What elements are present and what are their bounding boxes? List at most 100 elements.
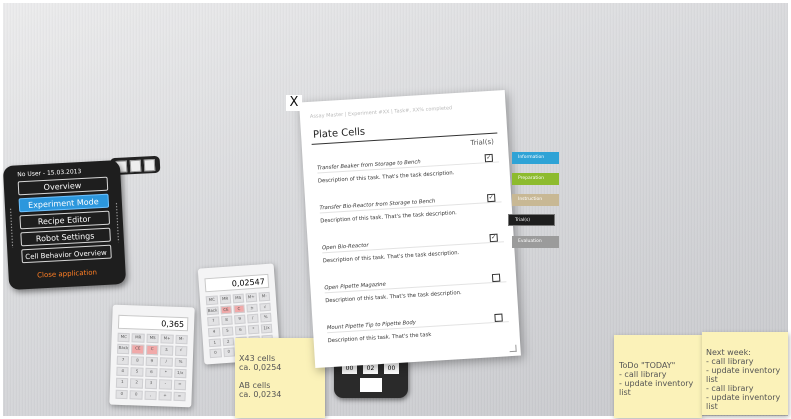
calculator-key[interactable]: M+ xyxy=(160,334,174,345)
calculator-key[interactable]: = xyxy=(173,391,186,402)
calculator-key[interactable]: 8 xyxy=(131,355,144,366)
menu-item-recipe-editor[interactable]: Recipe Editor xyxy=(18,210,110,230)
note-line: Next week: xyxy=(706,348,751,357)
calculator-key[interactable]: 7 xyxy=(116,355,130,366)
calculator-key[interactable]: 5 xyxy=(221,326,234,336)
sticky-note-next-week[interactable]: Next week: - call library - update inven… xyxy=(702,332,788,415)
note-line: ca. 0,0234 xyxy=(239,390,282,399)
task-checkbox[interactable] xyxy=(491,273,501,283)
calculator-key[interactable]: MC xyxy=(117,332,131,343)
calculator-key[interactable]: MS xyxy=(232,293,245,304)
calculator-display: 0,365 xyxy=(117,314,189,332)
drag-handle-right[interactable] xyxy=(114,202,120,243)
note-line: - call library xyxy=(706,357,754,366)
note-line: - update inventory list xyxy=(619,379,694,397)
edit-icon[interactable] xyxy=(143,158,156,172)
calculator-key[interactable]: Back xyxy=(206,306,219,316)
calculator-key[interactable]: 0 xyxy=(209,348,222,359)
calculator-key[interactable]: C xyxy=(145,345,159,355)
calculator-key[interactable]: CE xyxy=(131,344,145,355)
task-checkbox[interactable] xyxy=(494,313,503,322)
calculator-key[interactable]: / xyxy=(246,313,259,324)
document-icon[interactable] xyxy=(129,159,142,173)
date-label: 15.03.2013 xyxy=(46,168,82,177)
calculator-1[interactable]: 0,365 MC MR MS M+ M- Back CE C ± √ 7 8 9/% 4 5 6 * 1/x 1 2 3… xyxy=(109,304,195,408)
calculator-key[interactable]: 2 xyxy=(130,378,143,389)
task-checkbox[interactable]: ✓ xyxy=(487,193,496,203)
calculator-key[interactable]: * xyxy=(159,368,173,379)
calculator-key[interactable]: 1 xyxy=(208,338,221,348)
calculator-key[interactable]: 9 xyxy=(145,356,159,367)
calculator-key[interactable]: + xyxy=(158,390,172,401)
calculator-key[interactable]: % xyxy=(259,313,272,323)
calculator-key[interactable]: , xyxy=(144,390,157,401)
calculator-key[interactable]: / xyxy=(159,356,173,367)
calculator-key[interactable]: 0 xyxy=(223,347,235,358)
calculator-key[interactable]: 7 xyxy=(207,316,220,327)
note-line: - update inventory list xyxy=(706,366,781,384)
calculator-key[interactable]: 9 xyxy=(233,314,246,325)
calculator-key[interactable]: MR xyxy=(131,333,145,344)
calculator-key[interactable]: 1/x xyxy=(260,323,273,334)
task-row[interactable]: Mount Pipette Tip to Pipette Body Descri… xyxy=(327,313,510,345)
trials-header: Trial(s) xyxy=(470,137,495,148)
calculator-key[interactable]: √ xyxy=(259,302,271,312)
calculator-key[interactable]: 2 xyxy=(222,337,234,347)
task-row[interactable]: Open Bio-Reactor ✓ Description of this t… xyxy=(322,233,505,265)
note-line: ca. 0,0254 xyxy=(239,363,282,372)
task-row[interactable]: Transfer Bio-Reactor from Storage to Ben… xyxy=(319,193,502,225)
tab-evaluation[interactable]: Evaluation xyxy=(512,236,559,248)
calculator-key[interactable]: = xyxy=(173,380,187,390)
resize-handle-icon[interactable] xyxy=(509,344,517,353)
calculator-keypad: MCMRMSM+M- BackCEC±√ 789/% 456*1/x 123-= 00,+… xyxy=(115,332,188,402)
menu-item-experiment-mode[interactable]: Experiment Mode xyxy=(18,193,109,213)
note-line: - call library xyxy=(619,370,667,379)
calculator-key[interactable]: √ xyxy=(174,346,188,356)
sticky-note-cells[interactable]: X43 cells ca. 0,0254 AB cells ca. 0,0234 xyxy=(235,338,325,418)
calculator-key[interactable]: % xyxy=(174,357,187,368)
menu-item-overview[interactable]: Overview xyxy=(17,176,108,196)
calculator-key[interactable]: ± xyxy=(160,345,173,356)
tab-instruction[interactable]: Instruction xyxy=(512,194,559,206)
close-application-button[interactable]: Close application xyxy=(8,267,125,281)
calculator-key[interactable]: - xyxy=(159,379,172,390)
task-sheet: Assay Master | Experiment #XX | Task#, X… xyxy=(299,89,521,369)
user-label: No User xyxy=(17,170,42,179)
note-line xyxy=(239,372,321,381)
calculator-key[interactable]: 0 xyxy=(115,389,129,400)
breadcrumb: Assay Master | Experiment #XX | Task#, X… xyxy=(309,105,453,120)
calculator-key[interactable]: Back xyxy=(117,344,130,354)
sticky-note-todo[interactable]: ToDo "TODAY" - call library - update inv… xyxy=(614,335,702,418)
calculator-key[interactable]: * xyxy=(247,324,260,335)
calculator-key[interactable]: 6 xyxy=(145,367,158,378)
calculator-key[interactable]: 8 xyxy=(220,315,233,326)
menu-item-robot-settings[interactable]: Robot Settings xyxy=(19,227,111,247)
calculator-key[interactable]: M+ xyxy=(245,292,258,303)
calculator-key[interactable]: M- xyxy=(175,334,188,345)
calculator-key[interactable]: 4 xyxy=(207,327,221,337)
tab-information[interactable]: Information xyxy=(512,152,559,164)
close-sheet-button[interactable]: X xyxy=(286,95,302,111)
calculator-key[interactable]: MR xyxy=(219,294,232,304)
calculator-key[interactable]: 4 xyxy=(116,366,129,377)
calculator-key[interactable]: MS xyxy=(146,333,159,344)
tab-preparation[interactable]: Preparation xyxy=(512,173,559,185)
calculator-key[interactable]: ± xyxy=(246,303,258,313)
task-row[interactable]: Open Pipette Magazine Description of thi… xyxy=(324,273,507,305)
tab-trials[interactable]: Trial(s) xyxy=(508,214,555,226)
menu-item-cell-behavior[interactable]: Cell Behavior Overview xyxy=(20,244,112,264)
calculator-key[interactable]: CE xyxy=(220,305,232,315)
calculator-key[interactable]: C xyxy=(233,304,245,314)
calculator-key[interactable]: 6 xyxy=(234,325,247,335)
calculator-key[interactable]: M- xyxy=(258,291,271,302)
calculator-key[interactable]: 0 xyxy=(129,389,143,400)
calculator-key[interactable]: 1 xyxy=(115,378,129,388)
task-checkbox[interactable]: ✓ xyxy=(484,153,494,163)
calculator-key[interactable]: MC xyxy=(205,295,218,305)
drag-handle-left[interactable] xyxy=(9,207,15,248)
task-checkbox[interactable]: ✓ xyxy=(489,233,498,243)
calculator-key[interactable]: 5 xyxy=(130,367,144,378)
calculator-key[interactable]: 3 xyxy=(144,379,158,389)
calculator-key[interactable]: 1/x xyxy=(173,368,187,379)
task-row[interactable]: Transfer Beaker from Storage to Bench ✓ … xyxy=(317,153,500,185)
